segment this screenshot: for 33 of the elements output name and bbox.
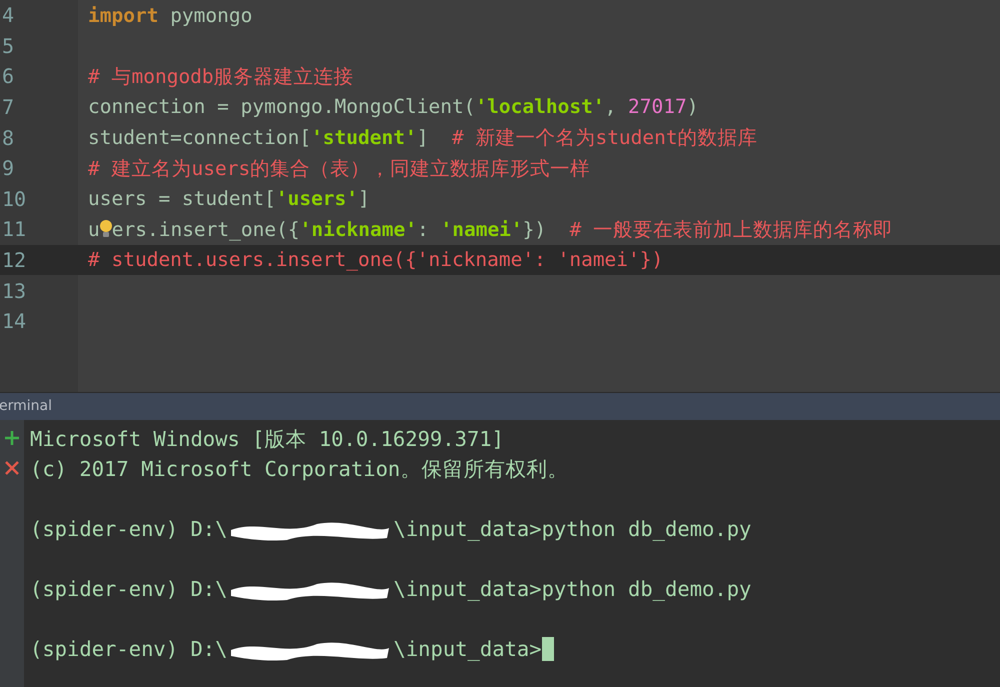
close-icon[interactable] [4, 460, 20, 476]
line-number: 9 [1, 155, 16, 182]
code-text: student=connection['student'] # 新建一个名为student的数据库 [88, 125, 758, 152]
code-text: users = student['users'] [88, 186, 370, 212]
lightbulb-icon[interactable] [98, 219, 113, 240]
terminal-output: (c) 2017 Microsoft Corporation。保留所有权利。 [30, 456, 568, 483]
terminal-prompt: (spider-env) D:\ [30, 516, 228, 543]
code-text: connection = pymongo.MongoClient('localhost', 27017) [88, 94, 698, 120]
terminal-command: \input_data>python db_demo.py [393, 516, 752, 543]
code-text: import pymongo [88, 2, 252, 29]
code-text: ers.insert_one({'nickname': 'namei'}) # 一般要在表前加上数据库的名称即 [112, 216, 894, 243]
code-text: # student.users.insert_one({'nickname': 'namei'}) [88, 247, 664, 274]
line-number: 14 [1, 308, 28, 336]
line-number: 10 [1, 186, 28, 213]
code-text: # 建立名为users的集合（表），同建立数据库形式一样 [88, 156, 590, 182]
terminal-prompt: (spider-env) D:\ [30, 576, 228, 603]
terminal-command: \input_data> [393, 636, 542, 663]
line-number: 13 [1, 278, 28, 305]
line-number: 5 [1, 32, 16, 60]
plus-icon[interactable] [4, 430, 20, 446]
line-number: 12 [0, 244, 78, 276]
terminal-output: Microsoft Windows [版本 10.0.16299.371] [30, 426, 504, 453]
panel-title: erminal [0, 397, 52, 416]
line-number: 7 [1, 94, 16, 122]
text-cursor [542, 637, 554, 661]
code-text: u [88, 216, 100, 243]
line-number: 6 [1, 63, 16, 90]
code-text: # 与mongodb服务器建立连接 [88, 64, 354, 90]
line-number: 4 [1, 2, 16, 30]
terminal-command: \input_data>python db_demo.py [393, 576, 752, 603]
line-number: 8 [1, 124, 16, 152]
terminal-prompt: (spider-env) D:\ [30, 636, 228, 663]
line-number: 11 [1, 216, 28, 244]
